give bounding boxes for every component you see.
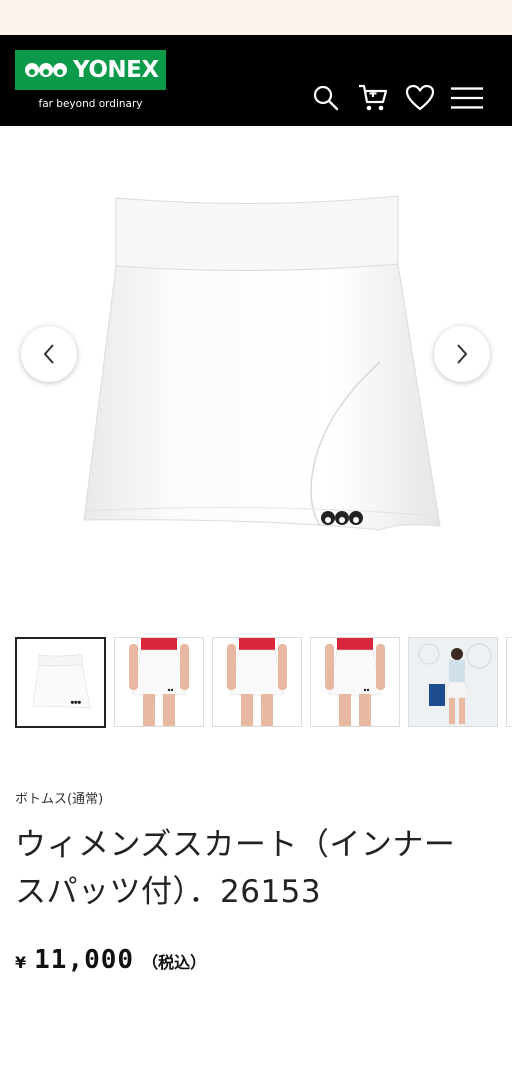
price-currency: ¥ — [15, 953, 27, 972]
thumbnail-model-front-2[interactable] — [212, 637, 302, 727]
menu-icon[interactable] — [450, 81, 484, 115]
yonex-logo[interactable]: YONEX far beyond ordinary — [15, 50, 167, 110]
header-icons — [296, 81, 484, 115]
gallery-prev-button[interactable] — [21, 326, 77, 382]
gallery-next-button[interactable] — [434, 326, 490, 382]
search-icon[interactable] — [309, 81, 343, 115]
logo-box: YONEX — [15, 50, 166, 90]
heart-icon[interactable] — [403, 81, 437, 115]
brand-tagline: far beyond ordinary — [38, 98, 143, 110]
top-banner — [0, 0, 512, 35]
thumbnail-strip — [15, 637, 512, 728]
chevron-right-icon — [457, 344, 468, 364]
yonex-mark-icon — [25, 63, 67, 77]
thumbnail-model-court[interactable] — [408, 637, 498, 727]
brand-name: YONEX — [73, 57, 159, 83]
price-tax-note: （税込） — [142, 953, 207, 972]
product-image[interactable] — [80, 186, 442, 546]
price-amount: 11,000 — [34, 945, 135, 975]
thumbnail-model-front-3[interactable] — [310, 637, 400, 727]
site-header: YONEX far beyond ordinary — [0, 35, 512, 126]
product-title: ウィメンズスカート（インナースパッツ付）．26153 — [15, 827, 456, 910]
chevron-left-icon — [43, 344, 54, 364]
thumbnail-partial[interactable] — [506, 637, 512, 727]
product-price: ¥ 11,000 （税込） — [15, 945, 206, 975]
product-category: ボトムス(通常) — [15, 792, 104, 807]
product-gallery — [0, 126, 512, 626]
thumbnail-model-front[interactable] — [114, 637, 204, 727]
cart-icon[interactable] — [356, 81, 390, 115]
thumbnail-skirt-front[interactable] — [15, 637, 106, 728]
